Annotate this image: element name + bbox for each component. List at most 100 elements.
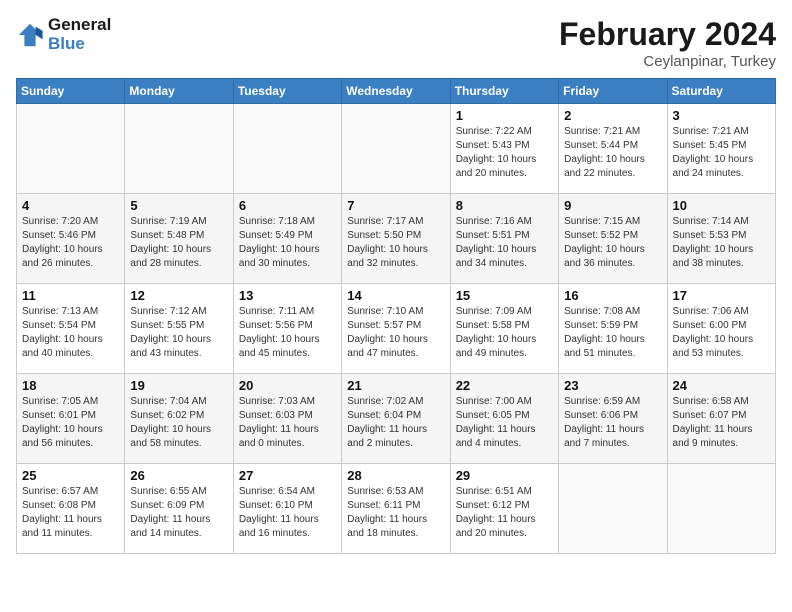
calendar-week-row: 18 Sunrise: 7:05 AM Sunset: 6:01 PM Dayli… bbox=[17, 374, 776, 464]
day-info: Sunrise: 7:13 AM Sunset: 5:54 PM Dayligh… bbox=[22, 305, 119, 361]
day-number: 10 bbox=[673, 198, 770, 213]
day-number: 15 bbox=[456, 288, 553, 303]
day-info: Sunrise: 7:11 AM Sunset: 5:56 PM Dayligh… bbox=[239, 305, 336, 361]
day-info: Sunrise: 6:54 AM Sunset: 6:10 PM Dayligh… bbox=[239, 485, 336, 541]
calendar-cell: 15Sunrise: 7:09 AM Sunset: 5:58 PM Dayli… bbox=[450, 284, 558, 374]
day-info: Sunrise: 7:08 AM Sunset: 5:59 PM Dayligh… bbox=[564, 305, 661, 361]
day-info: Sunrise: 7:04 AM Sunset: 6:02 PM Dayligh… bbox=[130, 395, 227, 451]
day-info: Sunrise: 6:51 AM Sunset: 6:12 PM Dayligh… bbox=[456, 485, 553, 541]
day-number: 26 bbox=[130, 468, 227, 483]
calendar-table: SundayMondayTuesdayWednesdayThursdayFrid… bbox=[16, 78, 776, 554]
calendar-cell: 3 Sunrise: 7:21 AM Sunset: 5:45 PM Daylig… bbox=[667, 104, 775, 194]
day-number: 29 bbox=[456, 468, 553, 483]
calendar-cell: 25Sunrise: 6:57 AM Sunset: 6:08 PM Dayli… bbox=[17, 464, 125, 554]
calendar-cell: 21Sunrise: 7:02 AM Sunset: 6:04 PM Dayli… bbox=[342, 374, 450, 464]
calendar-cell: 4Sunrise: 7:20 AM Sunset: 5:46 PM Daylig… bbox=[17, 194, 125, 284]
page-header: General Blue February 2024 Ceylanpinar, … bbox=[16, 16, 776, 70]
day-number: 2 bbox=[564, 108, 661, 123]
day-number: 8 bbox=[456, 198, 553, 213]
calendar-week-row: 4Sunrise: 7:20 AM Sunset: 5:46 PM Daylig… bbox=[17, 194, 776, 284]
weekday-header: Wednesday bbox=[342, 79, 450, 104]
day-number: 25 bbox=[22, 468, 119, 483]
day-number: 21 bbox=[347, 378, 444, 393]
calendar-cell: 6 Sunrise: 7:18 AM Sunset: 5:49 PM Daylig… bbox=[233, 194, 341, 284]
day-number: 28 bbox=[347, 468, 444, 483]
day-number: 22 bbox=[456, 378, 553, 393]
calendar-cell: 20 Sunrise: 7:03 AM Sunset: 6:03 PM Dayli… bbox=[233, 374, 341, 464]
day-number: 1 bbox=[456, 108, 553, 123]
calendar-cell: 5 Sunrise: 7:19 AM Sunset: 5:48 PM Daylig… bbox=[125, 194, 233, 284]
day-number: 5 bbox=[130, 198, 227, 213]
title-block: February 2024 Ceylanpinar, Turkey bbox=[559, 16, 776, 70]
calendar-cell: 1 Sunrise: 7:22 AM Sunset: 5:43 PM Daylig… bbox=[450, 104, 558, 194]
day-number: 24 bbox=[673, 378, 770, 393]
calendar-cell: 17Sunrise: 7:06 AM Sunset: 6:00 PM Dayli… bbox=[667, 284, 775, 374]
calendar-cell: 14 Sunrise: 7:10 AM Sunset: 5:57 PM Dayli… bbox=[342, 284, 450, 374]
calendar-cell: 18 Sunrise: 7:05 AM Sunset: 6:01 PM Dayli… bbox=[17, 374, 125, 464]
day-number: 27 bbox=[239, 468, 336, 483]
calendar-cell: 22 Sunrise: 7:00 AM Sunset: 6:05 PM Dayli… bbox=[450, 374, 558, 464]
day-info: Sunrise: 7:05 AM Sunset: 6:01 PM Dayligh… bbox=[22, 395, 119, 451]
calendar-cell: 11Sunrise: 7:13 AM Sunset: 5:54 PM Dayli… bbox=[17, 284, 125, 374]
weekday-header: Sunday bbox=[17, 79, 125, 104]
calendar-cell: 27 Sunrise: 6:54 AM Sunset: 6:10 PM Dayli… bbox=[233, 464, 341, 554]
calendar-cell bbox=[125, 104, 233, 194]
day-number: 6 bbox=[239, 198, 336, 213]
calendar-cell bbox=[233, 104, 341, 194]
calendar-cell: 9 Sunrise: 7:15 AM Sunset: 5:52 PM Daylig… bbox=[559, 194, 667, 284]
calendar-cell: 10 Sunrise: 7:14 AM Sunset: 5:53 PM Dayli… bbox=[667, 194, 775, 284]
day-info: Sunrise: 6:58 AM Sunset: 6:07 PM Dayligh… bbox=[673, 395, 770, 451]
day-info: Sunrise: 7:14 AM Sunset: 5:53 PM Dayligh… bbox=[673, 215, 770, 271]
calendar-cell bbox=[559, 464, 667, 554]
calendar-cell: 28 Sunrise: 6:53 AM Sunset: 6:11 PM Dayli… bbox=[342, 464, 450, 554]
day-number: 17 bbox=[673, 288, 770, 303]
logo-icon bbox=[16, 21, 44, 49]
calendar-week-row: 1 Sunrise: 7:22 AM Sunset: 5:43 PM Daylig… bbox=[17, 104, 776, 194]
calendar-cell: 13 Sunrise: 7:11 AM Sunset: 5:56 PM Dayli… bbox=[233, 284, 341, 374]
day-number: 9 bbox=[564, 198, 661, 213]
day-number: 13 bbox=[239, 288, 336, 303]
day-number: 14 bbox=[347, 288, 444, 303]
weekday-header: Thursday bbox=[450, 79, 558, 104]
day-number: 20 bbox=[239, 378, 336, 393]
day-info: Sunrise: 7:03 AM Sunset: 6:03 PM Dayligh… bbox=[239, 395, 336, 451]
calendar-cell: 29 Sunrise: 6:51 AM Sunset: 6:12 PM Dayli… bbox=[450, 464, 558, 554]
day-number: 4 bbox=[22, 198, 119, 213]
day-number: 3 bbox=[673, 108, 770, 123]
calendar-subtitle: Ceylanpinar, Turkey bbox=[559, 53, 776, 70]
day-info: Sunrise: 7:00 AM Sunset: 6:05 PM Dayligh… bbox=[456, 395, 553, 451]
weekday-header: Saturday bbox=[667, 79, 775, 104]
calendar-cell bbox=[667, 464, 775, 554]
day-info: Sunrise: 7:21 AM Sunset: 5:45 PM Dayligh… bbox=[673, 125, 770, 181]
day-info: Sunrise: 7:21 AM Sunset: 5:44 PM Dayligh… bbox=[564, 125, 661, 181]
day-info: Sunrise: 7:17 AM Sunset: 5:50 PM Dayligh… bbox=[347, 215, 444, 271]
calendar-cell: 19 Sunrise: 7:04 AM Sunset: 6:02 PM Dayli… bbox=[125, 374, 233, 464]
calendar-week-row: 11Sunrise: 7:13 AM Sunset: 5:54 PM Dayli… bbox=[17, 284, 776, 374]
calendar-cell bbox=[17, 104, 125, 194]
calendar-cell: 24 Sunrise: 6:58 AM Sunset: 6:07 PM Dayli… bbox=[667, 374, 775, 464]
day-info: Sunrise: 6:59 AM Sunset: 6:06 PM Dayligh… bbox=[564, 395, 661, 451]
logo: General Blue bbox=[16, 16, 111, 53]
day-info: Sunrise: 7:12 AM Sunset: 5:55 PM Dayligh… bbox=[130, 305, 227, 361]
weekday-header: Monday bbox=[125, 79, 233, 104]
calendar-cell: 26 Sunrise: 6:55 AM Sunset: 6:09 PM Dayli… bbox=[125, 464, 233, 554]
day-number: 16 bbox=[564, 288, 661, 303]
day-info: Sunrise: 7:19 AM Sunset: 5:48 PM Dayligh… bbox=[130, 215, 227, 271]
calendar-cell: 7 Sunrise: 7:17 AM Sunset: 5:50 PM Daylig… bbox=[342, 194, 450, 284]
logo-text: General Blue bbox=[48, 16, 111, 53]
day-info: Sunrise: 7:22 AM Sunset: 5:43 PM Dayligh… bbox=[456, 125, 553, 181]
weekday-header: Friday bbox=[559, 79, 667, 104]
day-info: Sunrise: 7:10 AM Sunset: 5:57 PM Dayligh… bbox=[347, 305, 444, 361]
calendar-cell: 2 Sunrise: 7:21 AM Sunset: 5:44 PM Daylig… bbox=[559, 104, 667, 194]
calendar-header-row: SundayMondayTuesdayWednesdayThursdayFrid… bbox=[17, 79, 776, 104]
day-info: Sunrise: 7:16 AM Sunset: 5:51 PM Dayligh… bbox=[456, 215, 553, 271]
calendar-title: February 2024 bbox=[559, 16, 776, 53]
day-info: Sunrise: 6:53 AM Sunset: 6:11 PM Dayligh… bbox=[347, 485, 444, 541]
day-info: Sunrise: 7:15 AM Sunset: 5:52 PM Dayligh… bbox=[564, 215, 661, 271]
day-info: Sunrise: 6:55 AM Sunset: 6:09 PM Dayligh… bbox=[130, 485, 227, 541]
day-number: 23 bbox=[564, 378, 661, 393]
day-info: Sunrise: 7:18 AM Sunset: 5:49 PM Dayligh… bbox=[239, 215, 336, 271]
day-number: 7 bbox=[347, 198, 444, 213]
day-number: 18 bbox=[22, 378, 119, 393]
day-number: 19 bbox=[130, 378, 227, 393]
